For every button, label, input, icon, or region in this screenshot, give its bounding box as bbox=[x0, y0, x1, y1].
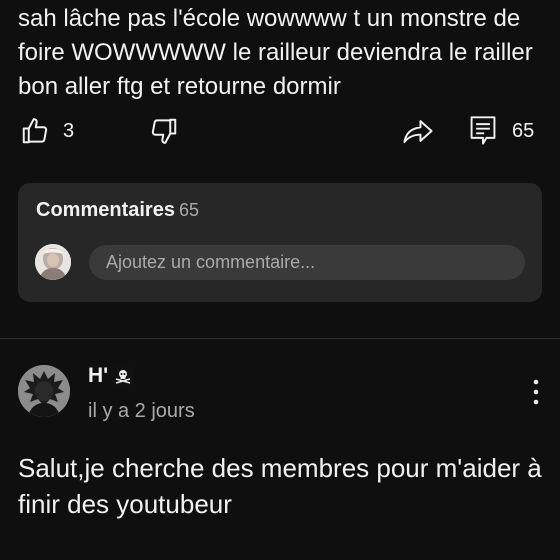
thumbs-down-icon bbox=[149, 116, 179, 146]
comments-title: Commentaires bbox=[36, 199, 175, 221]
comment-count: 65 bbox=[512, 120, 535, 142]
post-text: sah lâche pas l'école wowwww t un monstr… bbox=[18, 5, 533, 100]
like-count: 3 bbox=[63, 120, 75, 142]
comment-icon bbox=[469, 115, 497, 147]
like-button[interactable] bbox=[20, 116, 50, 146]
author-name[interactable]: H' bbox=[88, 364, 135, 388]
more-options-icon[interactable] bbox=[526, 378, 546, 406]
author-name-text: H' bbox=[88, 364, 109, 387]
skull-flag-icon bbox=[112, 367, 135, 385]
comment-text: Salut,je cherche des membres pour m'aide… bbox=[18, 453, 542, 519]
comments-button[interactable] bbox=[469, 115, 497, 147]
avatar bbox=[35, 244, 71, 280]
comment-timestamp: il y a 2 jours bbox=[88, 400, 195, 422]
dislike-button[interactable] bbox=[149, 116, 179, 146]
divider bbox=[0, 338, 560, 339]
share-button[interactable] bbox=[402, 116, 434, 146]
comments-card[interactable]: Commentaires 65 Ajoutez un commentaire... bbox=[18, 183, 542, 302]
author-avatar[interactable] bbox=[18, 365, 70, 417]
thumbs-up-icon bbox=[20, 116, 50, 146]
comment-input[interactable]: Ajoutez un commentaire... bbox=[89, 245, 525, 280]
comments-header-count: 65 bbox=[178, 200, 199, 220]
comments-header: Commentaires 65 bbox=[36, 199, 199, 222]
share-icon bbox=[402, 116, 434, 146]
